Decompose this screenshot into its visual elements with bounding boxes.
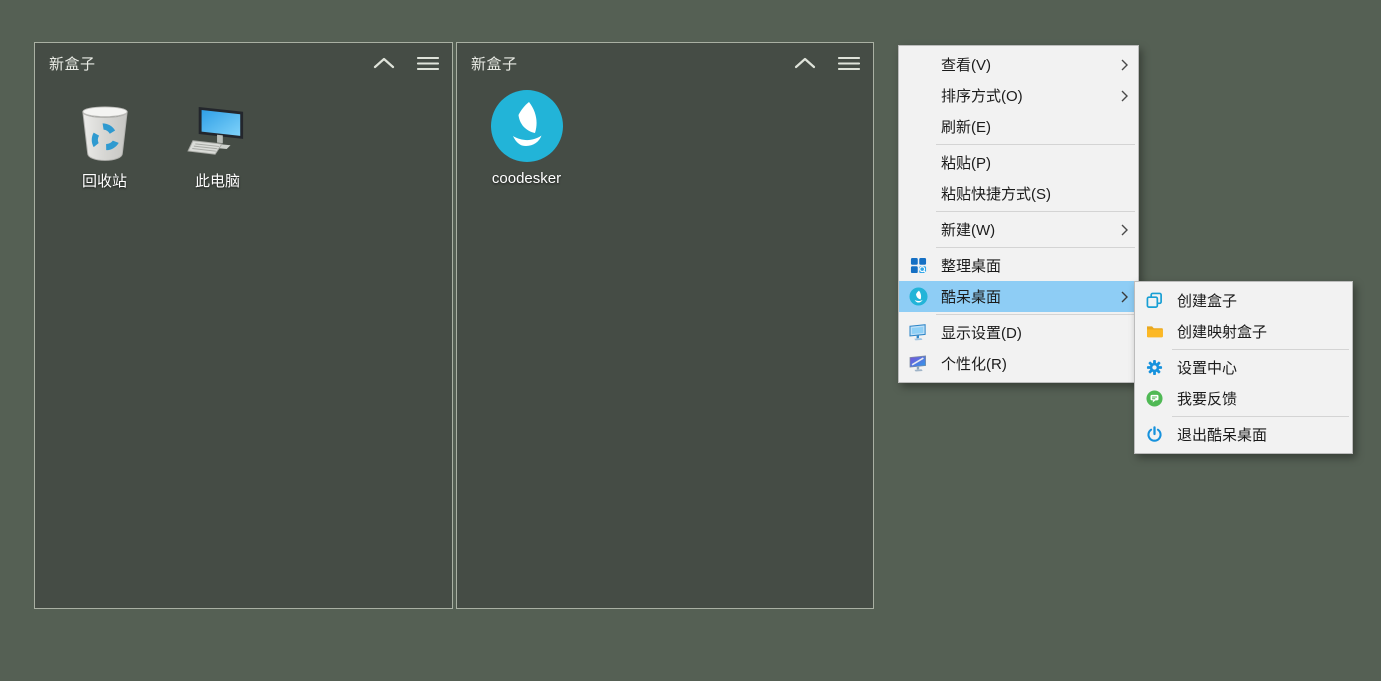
menu-item-coodesker[interactable]: 酷呆桌面	[899, 281, 1138, 312]
menu-separator	[936, 144, 1135, 145]
icon-label: 此电脑	[195, 170, 240, 191]
icon-label: 回收站	[82, 170, 127, 191]
menu-separator	[936, 247, 1135, 248]
desktop-icon-coodesker[interactable]: coodesker	[470, 96, 583, 187]
submenu-item-settings-center[interactable]: 设置中心	[1135, 352, 1352, 383]
exit-coodesker-icon	[1143, 424, 1165, 446]
menu-item-personalize[interactable]: 个性化(R)	[899, 348, 1138, 379]
box-title: 新盒子	[49, 53, 351, 74]
this-pc-icon	[187, 96, 249, 162]
icon-label: coodesker	[492, 170, 561, 187]
personalize-icon	[907, 353, 929, 375]
menu-item-organize-desktop[interactable]: 整理桌面	[899, 250, 1138, 281]
create-box-icon	[1143, 290, 1165, 312]
recycle-bin-icon	[78, 96, 132, 162]
coodesker-app-icon	[491, 96, 563, 162]
box-2-body: coodesker	[457, 83, 873, 187]
create-mapped-box-icon	[1143, 321, 1165, 343]
feedback-icon	[1143, 388, 1165, 410]
desktop-icon-recycle-bin[interactable]: 回收站	[48, 96, 161, 191]
menu-item-new[interactable]: 新建(W)	[899, 214, 1138, 245]
submenu-arrow-icon	[1121, 90, 1128, 102]
settings-center-icon	[1143, 357, 1165, 379]
box-1-body: 回收站	[35, 83, 452, 191]
desktop-box-1: 新盒子	[34, 42, 453, 609]
submenu-item-create-mapped-box[interactable]: 创建映射盒子	[1135, 316, 1352, 347]
organize-desktop-icon	[907, 255, 929, 277]
menu-item-paste[interactable]: 粘贴(P)	[899, 147, 1138, 178]
submenu-item-feedback[interactable]: 我要反馈	[1135, 383, 1352, 414]
submenu-item-exit-coodesker[interactable]: 退出酷呆桌面	[1135, 419, 1352, 450]
coodesker-submenu: 创建盒子 创建映射盒子 设置中心	[1134, 281, 1353, 454]
menu-item-view[interactable]: 查看(V)	[899, 49, 1138, 80]
submenu-arrow-icon	[1121, 291, 1128, 303]
submenu-arrow-icon	[1121, 224, 1128, 236]
submenu-item-create-box[interactable]: 创建盒子	[1135, 285, 1352, 316]
collapse-chevron-icon[interactable]	[373, 57, 395, 69]
menu-separator	[936, 211, 1135, 212]
menu-item-display-settings[interactable]: 显示设置(D)	[899, 317, 1138, 348]
box-menu-icon[interactable]	[417, 56, 439, 71]
box-2-header[interactable]: 新盒子	[457, 43, 873, 83]
menu-item-sort-by[interactable]: 排序方式(O)	[899, 80, 1138, 111]
menu-separator	[1172, 349, 1349, 350]
menu-separator	[1172, 416, 1349, 417]
menu-item-paste-shortcut[interactable]: 粘贴快捷方式(S)	[899, 178, 1138, 209]
display-settings-icon	[907, 322, 929, 344]
context-menu: 查看(V) 排序方式(O) 刷新(E) 粘贴(P) 粘贴快捷方式(S) 新建(W…	[898, 45, 1139, 383]
desktop-icon-this-pc[interactable]: 此电脑	[161, 96, 274, 191]
submenu-arrow-icon	[1121, 59, 1128, 71]
desktop-box-2: 新盒子 coodesker	[456, 42, 874, 609]
box-1-header[interactable]: 新盒子	[35, 43, 452, 83]
menu-separator	[936, 314, 1135, 315]
box-menu-icon[interactable]	[838, 56, 860, 71]
coodesker-icon	[907, 286, 929, 308]
menu-item-refresh[interactable]: 刷新(E)	[899, 111, 1138, 142]
box-title: 新盒子	[471, 53, 772, 74]
collapse-chevron-icon[interactable]	[794, 57, 816, 69]
